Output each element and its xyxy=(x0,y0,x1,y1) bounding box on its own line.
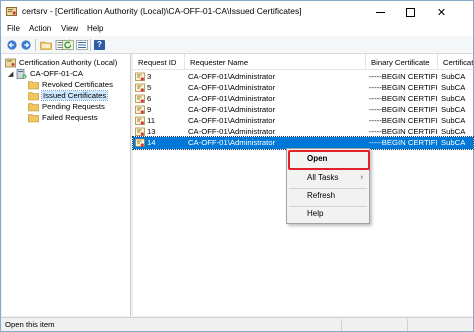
certificate-icon xyxy=(135,127,145,137)
tree-item-failed-requests[interactable]: Failed Requests xyxy=(28,112,98,123)
forward-button[interactable] xyxy=(19,39,32,51)
refresh-icon xyxy=(61,40,74,50)
folder-icon xyxy=(28,91,39,100)
toolbar-separator xyxy=(90,39,91,51)
close-icon: ✕ xyxy=(436,6,447,19)
menu-help[interactable]: Help xyxy=(87,24,103,33)
back-arrow-icon xyxy=(6,40,17,50)
tree-item-label: Pending Requests xyxy=(42,102,105,111)
tree-item-label: Revoked Certificates xyxy=(42,80,113,89)
open-highlight-annotation xyxy=(288,150,370,170)
toolbar-separator xyxy=(35,39,36,51)
menu-item-label: Refresh xyxy=(307,191,336,200)
tree-item-issued-certificates[interactable]: Issued Certificates xyxy=(28,90,109,101)
mmc-window: certsrv - [Certification Authority (Loca… xyxy=(0,0,474,332)
folder-icon xyxy=(28,113,39,122)
title-bar[interactable]: certsrv - [Certification Authority (Loca… xyxy=(1,1,473,23)
tree-item-label: Issued Certificates xyxy=(40,90,109,101)
toolbar: ? xyxy=(1,36,473,54)
column-label: Request ID xyxy=(138,57,177,67)
column-header-binary-certificate[interactable]: Binary Certificate xyxy=(366,54,438,70)
tree-item-revoked-certificates[interactable]: Revoked Certificates xyxy=(28,79,113,90)
help-toolbar-button[interactable]: ? xyxy=(93,39,106,51)
certification-authority-icon xyxy=(5,58,16,67)
cell-binary-certificate: -----BEGIN CERTIFI... xyxy=(369,138,437,147)
certificate-icon xyxy=(135,138,145,148)
folder-up-icon xyxy=(39,41,52,50)
maximize-icon xyxy=(406,7,415,17)
column-label: Certificat xyxy=(443,57,473,67)
help-icon: ? xyxy=(94,40,105,50)
minimize-icon xyxy=(376,11,385,13)
export-list-button[interactable] xyxy=(75,39,88,51)
console-tree: Certification Authority (Local) ◢ CA-OFF… xyxy=(2,54,131,316)
list-header: Request ID Requester Name Binary Certifi… xyxy=(133,54,473,70)
column-label: Binary Certificate xyxy=(371,57,430,67)
cell-certificate-template: SubCA xyxy=(441,138,466,147)
menu-item-label: Help xyxy=(307,209,324,218)
tree-item-label: Failed Requests xyxy=(42,113,98,122)
certificate-icon xyxy=(135,72,145,82)
menu-bar: File Action View Help xyxy=(1,23,473,36)
submenu-arrow-icon: › xyxy=(360,174,363,181)
maximize-button[interactable] xyxy=(397,1,424,23)
up-one-level-button[interactable] xyxy=(39,39,52,51)
tree-item-pending-requests[interactable]: Pending Requests xyxy=(28,101,105,112)
certificate-icon xyxy=(135,83,145,93)
column-header-requester-name[interactable]: Requester Name xyxy=(185,54,366,70)
tree-item-ca-off-01-ca[interactable]: CA-OFF-01-CA xyxy=(16,68,83,79)
collapse-arrow-icon[interactable]: ◢ xyxy=(8,70,13,78)
refresh-button[interactable] xyxy=(61,39,74,51)
tree-item-certification-authority[interactable]: Certification Authority (Local) xyxy=(5,57,117,68)
context-menu-all-tasks[interactable]: All Tasks › xyxy=(287,171,369,185)
minimize-button[interactable] xyxy=(367,1,394,23)
status-divider xyxy=(341,319,342,331)
status-bar: Open this item xyxy=(1,317,473,331)
folder-icon xyxy=(28,102,39,111)
back-button[interactable] xyxy=(5,39,18,51)
help-icon-glyph: ? xyxy=(97,40,102,49)
cell-request-id: 14 xyxy=(147,138,156,147)
tree-item-label: Certification Authority (Local) xyxy=(19,58,118,67)
certificate-icon xyxy=(135,94,145,104)
context-menu-help[interactable]: Help xyxy=(287,207,369,221)
context-menu-refresh[interactable]: Refresh xyxy=(287,189,369,203)
certsrv-app-icon xyxy=(6,7,17,16)
export-list-icon xyxy=(75,40,88,50)
column-header-request-id[interactable]: Request ID xyxy=(133,54,185,70)
status-divider xyxy=(407,319,408,331)
menu-item-label: All Tasks xyxy=(307,173,339,182)
ca-server-icon xyxy=(16,68,27,79)
status-text: Open this item xyxy=(5,320,55,329)
close-button[interactable]: ✕ xyxy=(428,1,455,23)
menu-file[interactable]: File xyxy=(7,24,20,33)
certificate-icon xyxy=(135,116,145,126)
column-header-certificate-template[interactable]: Certificat xyxy=(438,54,473,70)
tree-item-label: CA-OFF-01-CA xyxy=(30,69,83,78)
folder-icon xyxy=(28,80,39,89)
window-title: certsrv - [Certification Authority (Loca… xyxy=(22,6,302,16)
menu-view[interactable]: View xyxy=(61,24,78,33)
certificate-icon xyxy=(135,105,145,115)
forward-arrow-icon xyxy=(20,40,31,50)
menu-action[interactable]: Action xyxy=(29,24,51,33)
column-label: Requester Name xyxy=(190,57,249,67)
